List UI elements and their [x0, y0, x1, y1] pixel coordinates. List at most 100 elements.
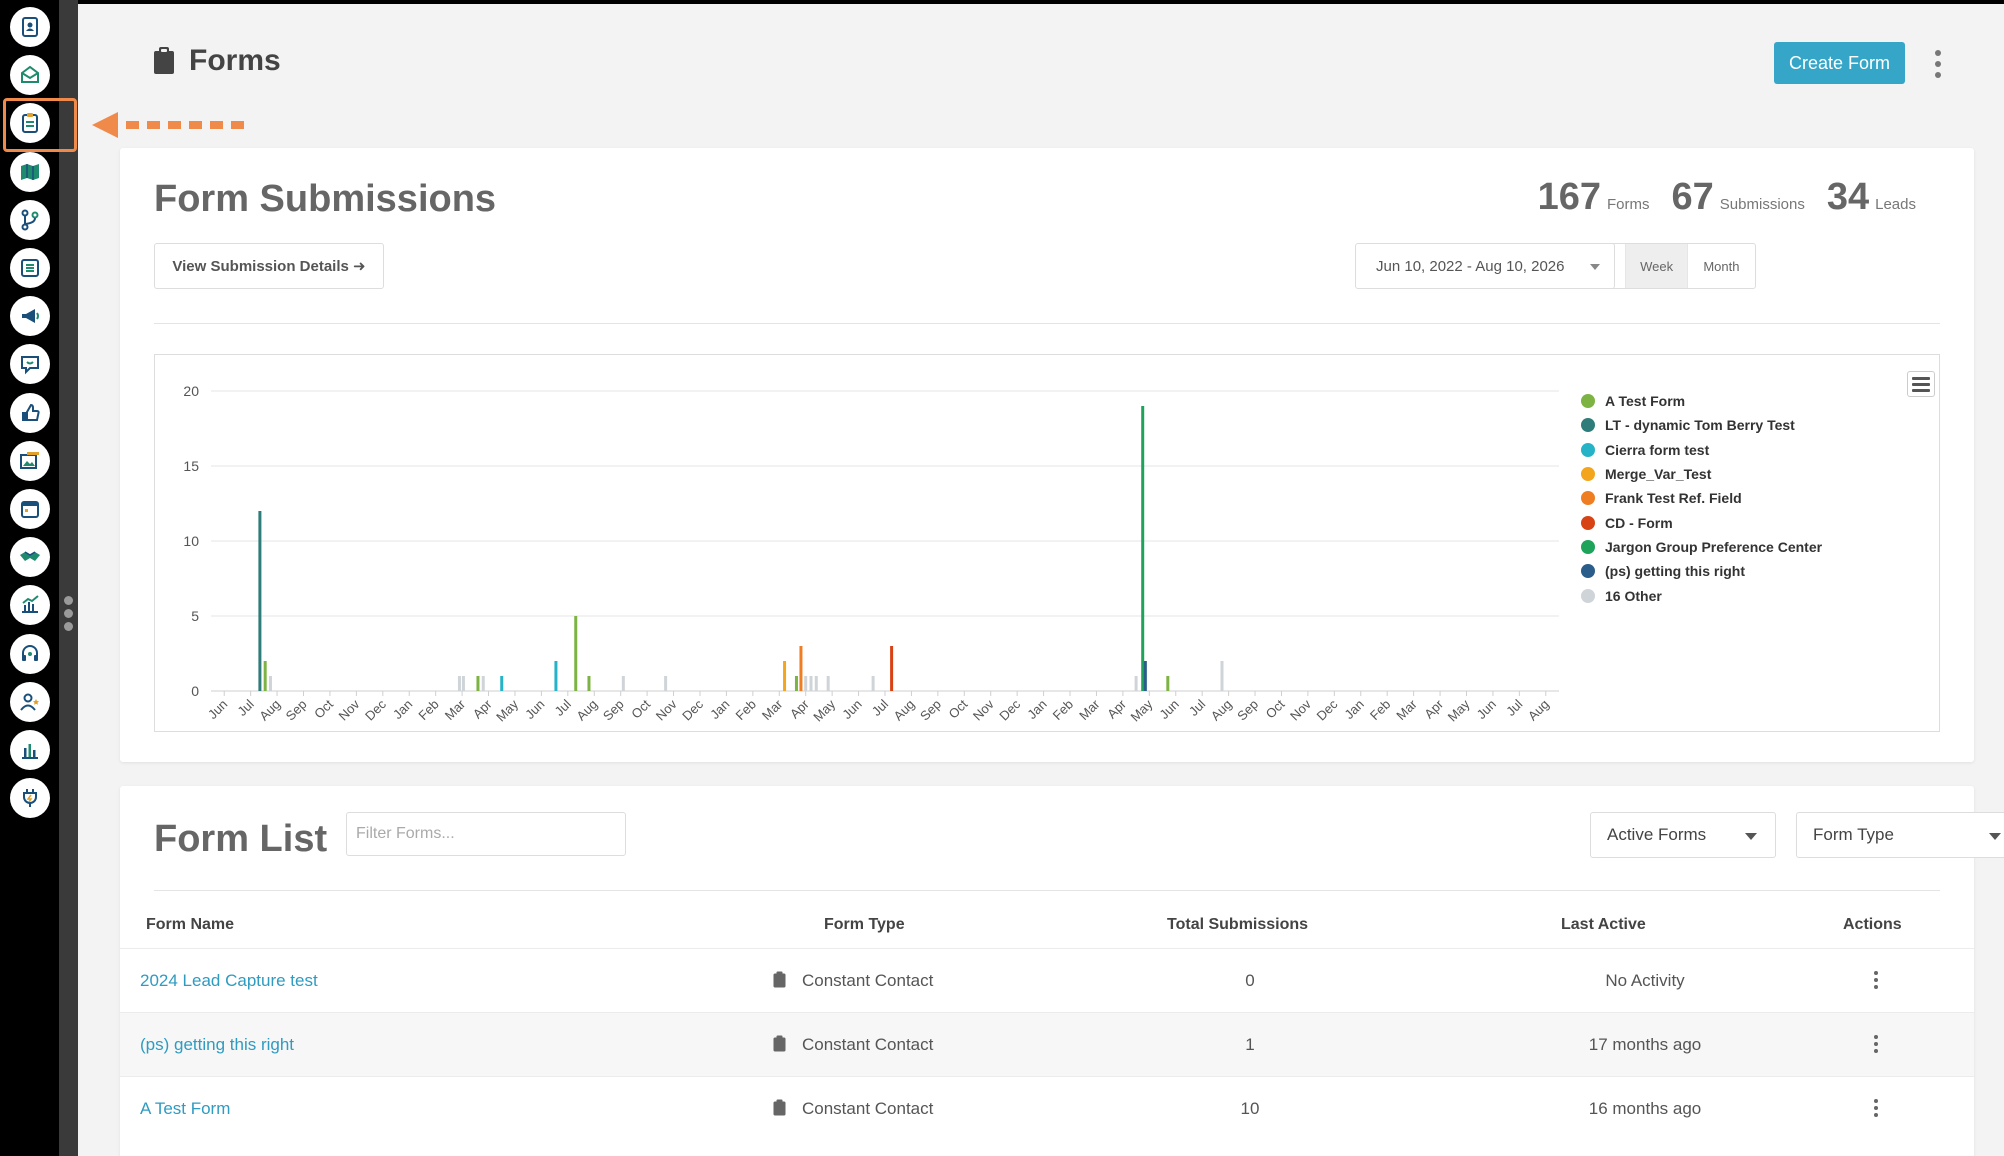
- bar: [461, 676, 465, 691]
- legend-item[interactable]: A Test Form: [1581, 389, 1822, 413]
- x-tick-label: Jan: [1341, 697, 1366, 722]
- row-actions-icon[interactable]: [1871, 1035, 1881, 1053]
- sidebar-item-user-star[interactable]: [10, 681, 50, 722]
- date-range-text: Jun 10, 2022 - Aug 10, 2026: [1376, 257, 1565, 275]
- chart-legend: A Test Form LT - dynamic Tom Berry Test Ci…: [1581, 389, 1822, 608]
- chart-menu-icon[interactable]: [1907, 371, 1935, 397]
- x-tick-label: Aug: [256, 697, 283, 724]
- date-range-picker[interactable]: Jun 10, 2022 - Aug 10, 2026: [1355, 243, 1615, 289]
- headset-icon: [22, 644, 38, 661]
- x-tick-label: Sep: [1234, 697, 1261, 724]
- plug-icon: [23, 789, 37, 808]
- column-header-total-submissions[interactable]: Total Submissions: [1167, 916, 1308, 934]
- sidebar-item-chat[interactable]: [10, 344, 50, 385]
- legend-item[interactable]: 16 Other: [1581, 583, 1822, 607]
- legend-label: CD - Form: [1605, 514, 1673, 531]
- form-name-link[interactable]: 2024 Lead Capture test: [140, 971, 318, 991]
- user-star-icon: [20, 693, 39, 711]
- x-tick-label: Jul: [869, 696, 891, 718]
- sidebar-item-bar-chart[interactable]: [10, 730, 50, 770]
- x-tick-label: Sep: [600, 697, 627, 724]
- row-actions-icon[interactable]: [1871, 1099, 1881, 1117]
- x-tick-label: Feb: [733, 697, 759, 723]
- x-tick-label: Mar: [442, 696, 469, 723]
- chevron-down-icon: [1590, 264, 1600, 270]
- legend-item[interactable]: (ps) getting this right: [1581, 559, 1822, 583]
- sidebar-item-plug[interactable]: [10, 778, 50, 819]
- bar: [890, 646, 894, 691]
- stats-summary: 167 Forms 67 Submissions 34 Leads: [1538, 176, 1916, 219]
- x-tick-label: May: [810, 696, 838, 724]
- legend-item[interactable]: Cierra form test: [1581, 438, 1822, 462]
- sidebar-item-thumbs-up[interactable]: [10, 392, 50, 433]
- legend-item[interactable]: LT - dynamic Tom Berry Test: [1581, 413, 1822, 437]
- clipboard-icon: [773, 1099, 786, 1116]
- sidebar-item-calendar[interactable]: [10, 489, 50, 529]
- x-tick-label: Oct: [628, 696, 653, 721]
- resize-handle-dot[interactable]: [64, 596, 73, 605]
- row-actions-icon[interactable]: [1871, 971, 1881, 989]
- create-form-button[interactable]: Create Form: [1774, 42, 1905, 84]
- legend-item[interactable]: Frank Test Ref. Field: [1581, 486, 1822, 510]
- table-row: A Test Form Constant Contact 10 16 months a…: [120, 1076, 1974, 1140]
- sidebar-item-contacts-book[interactable]: [10, 7, 50, 47]
- sidebar-item-mail[interactable]: [10, 55, 50, 96]
- x-tick-label: Oct: [1263, 696, 1288, 721]
- form-type-select[interactable]: Form Type: [1796, 812, 2004, 858]
- y-tick-label: 0: [191, 683, 199, 699]
- handshake-icon: [20, 551, 40, 562]
- x-tick-label: Jun: [522, 697, 547, 722]
- x-tick-label: Nov: [1287, 696, 1314, 723]
- column-header-form-name[interactable]: Form Name: [146, 916, 234, 934]
- view-submission-details-button[interactable]: View Submission Details ➜: [154, 243, 384, 289]
- bar: [457, 676, 461, 691]
- form-name-link[interactable]: (ps) getting this right: [140, 1035, 294, 1055]
- sidebar-item-map[interactable]: [10, 151, 50, 192]
- legend-label: Merge_Var_Test: [1605, 466, 1712, 483]
- legend-item[interactable]: Merge_Var_Test: [1581, 462, 1822, 486]
- form-name-link[interactable]: A Test Form: [140, 1099, 230, 1119]
- resize-handle-dot[interactable]: [64, 622, 73, 631]
- legend-item[interactable]: CD - Form: [1581, 510, 1822, 534]
- active-nav-highlight: [3, 98, 77, 152]
- legend-item[interactable]: Jargon Group Preference Center: [1581, 535, 1822, 559]
- x-tick-label: Feb: [1050, 697, 1076, 723]
- column-header-last-active[interactable]: Last Active: [1561, 916, 1646, 934]
- form-type-value: Form Type: [1813, 825, 1894, 844]
- x-tick-label: Aug: [573, 697, 600, 724]
- sidebar-item-trending-chart[interactable]: [10, 585, 50, 626]
- status-filter-select[interactable]: Active Forms: [1590, 812, 1776, 858]
- x-tick-label: Aug: [1208, 697, 1235, 724]
- trending-chart-icon: [22, 595, 39, 614]
- x-tick-label: Dec: [679, 696, 706, 723]
- clipboard-icon: [773, 971, 786, 988]
- sidebar-item-branch[interactable]: [10, 199, 50, 240]
- sidebar-item-image-gallery[interactable]: [10, 440, 50, 481]
- x-tick-label: Apr: [787, 696, 812, 721]
- branch-icon: [21, 209, 39, 231]
- bar: [1134, 676, 1138, 691]
- bar: [574, 616, 578, 691]
- legend-label: Jargon Group Preference Center: [1605, 538, 1823, 555]
- form-type-cell: Constant Contact: [802, 1099, 934, 1118]
- status-filter-value: Active Forms: [1607, 825, 1707, 844]
- bar: [258, 511, 262, 691]
- period-month-button[interactable]: Month: [1688, 244, 1755, 288]
- x-tick-label: May: [493, 696, 521, 724]
- resize-handle-dot[interactable]: [64, 609, 73, 618]
- x-tick-label: May: [1127, 696, 1155, 724]
- sidebar-item-headset[interactable]: [10, 633, 50, 674]
- filter-forms-input[interactable]: [346, 812, 626, 856]
- bar: [804, 676, 808, 691]
- sidebar-item-handshake[interactable]: [10, 537, 50, 578]
- period-week-button[interactable]: Week: [1626, 244, 1688, 288]
- legend-label: Cierra form test: [1605, 441, 1710, 458]
- sidebar-resize-rail[interactable]: [59, 0, 78, 1156]
- more-options-icon[interactable]: [1928, 50, 1948, 78]
- megaphone-icon: [22, 309, 39, 324]
- column-header-form-type[interactable]: Form Type: [824, 916, 905, 934]
- sidebar-item-megaphone[interactable]: [10, 296, 50, 337]
- mail-icon: [21, 65, 39, 84]
- y-tick-label: 5: [191, 608, 199, 624]
- sidebar-item-list[interactable]: [10, 248, 50, 288]
